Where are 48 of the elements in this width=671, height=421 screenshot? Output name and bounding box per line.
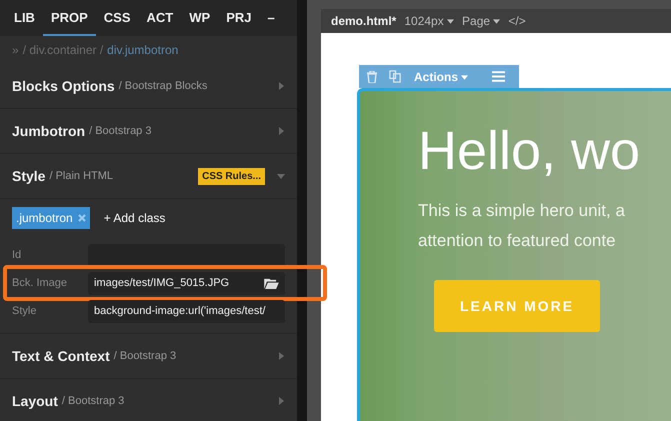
- input-field[interactable]: [88, 244, 285, 266]
- add-class-link[interactable]: + Add class: [104, 211, 166, 225]
- section-title: Layout: [12, 393, 58, 409]
- caret-right-icon: [277, 397, 285, 405]
- page-dropdown[interactable]: Page: [462, 14, 500, 28]
- hero-title: Hello, wo: [418, 120, 642, 183]
- section-title: Jumbotron: [12, 123, 86, 139]
- caret-right-icon: [277, 352, 285, 360]
- menu-icon[interactable]: [492, 71, 506, 82]
- caret-right-icon: [277, 127, 285, 135]
- section-subtitle: / Bootstrap Blocks: [118, 80, 208, 92]
- field-label: Bck. Image: [12, 277, 68, 289]
- copy-icon[interactable]: [389, 70, 402, 83]
- hero-paragraph: This is a simple hero unit, a attention to featured conte: [418, 200, 626, 252]
- file-name: demo.html*: [331, 14, 396, 28]
- caret-right-icon: [277, 82, 285, 90]
- trash-icon[interactable]: [367, 70, 377, 82]
- caret-down-icon: [461, 74, 468, 80]
- input-field[interactable]: background-image:url('images/test/: [88, 300, 285, 322]
- remove-icon[interactable]: [78, 214, 86, 222]
- panel-tab[interactable]: CSS: [96, 0, 139, 36]
- section-subtitle: / Bootstrap 3: [89, 125, 152, 137]
- section-title: Blocks Options: [12, 78, 115, 94]
- code-view-button[interactable]: </>: [508, 14, 526, 28]
- class-name: .jumbotron: [16, 211, 73, 225]
- caret-down-icon: [493, 19, 500, 24]
- minimize-button[interactable]: –: [260, 0, 283, 36]
- section-title: Style: [12, 168, 46, 184]
- css-rules-button[interactable]: CSS Rules...: [198, 168, 265, 184]
- panel-tab[interactable]: PROP: [42, 0, 96, 36]
- caret-down-icon: [447, 19, 454, 24]
- caret-down-icon: [277, 172, 285, 180]
- field-label: Style: [12, 305, 38, 317]
- field-label: Id: [12, 249, 22, 261]
- input-field[interactable]: images/test/IMG_5015.JPG: [88, 272, 285, 294]
- section-header[interactable]: Style / Plain HTML CSS Rules...: [0, 154, 297, 199]
- field-value: background-image:url('images/test/: [94, 305, 266, 317]
- panel-tab[interactable]: PRJ: [218, 0, 260, 36]
- panel-tab[interactable]: WP: [181, 0, 218, 36]
- section-subtitle: / Plain HTML: [49, 170, 114, 182]
- panel-tab[interactable]: LIB: [6, 0, 43, 36]
- section-title: Text & Context: [12, 348, 110, 364]
- section-subtitle: / Bootstrap 3: [62, 395, 124, 407]
- section-subtitle: / Bootstrap 3: [114, 350, 176, 362]
- field-value: images/test/IMG_5015.JPG: [94, 277, 230, 289]
- panel-tab[interactable]: ACT: [138, 0, 182, 36]
- width-dropdown[interactable]: 1024px: [404, 14, 454, 28]
- folder-icon[interactable]: [264, 278, 279, 288]
